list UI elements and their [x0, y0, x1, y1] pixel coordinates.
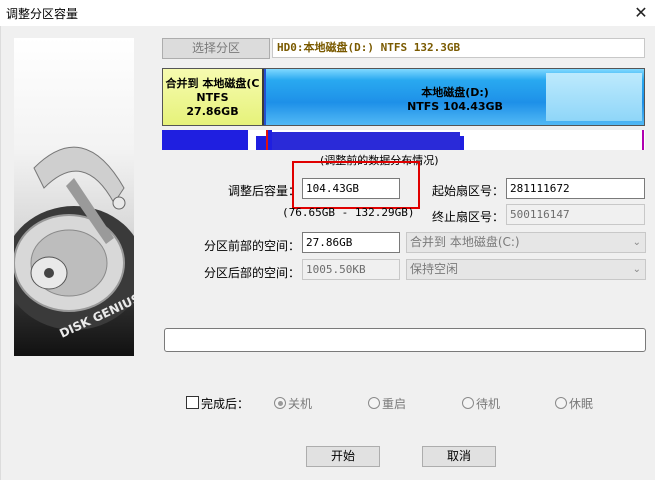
radio-shutdown-label: 关机	[288, 397, 313, 411]
end-sector-input: 500116147	[506, 204, 645, 225]
partition-segment-c[interactable]: 合并到 本地磁盘(C NTFS 27.86GB	[163, 69, 264, 125]
background-window-strip-bottom	[0, 480, 659, 484]
radio-hibernate[interactable]	[555, 397, 567, 409]
start-sector-input[interactable]: 281111672	[506, 178, 645, 199]
size-label: 调整后容量：	[228, 184, 301, 198]
partition-d-name: 本地磁盘(D:)	[421, 86, 489, 99]
cancel-button[interactable]: 取消	[422, 446, 496, 467]
start-sector-label: 起始扇区号：	[432, 184, 505, 198]
chevron-down-icon: ⌄	[632, 237, 641, 248]
data-distribution-bar	[162, 130, 645, 150]
after-complete-checkbox[interactable]	[186, 396, 199, 409]
front-action-value: 合并到 本地磁盘(C:)	[410, 235, 520, 249]
partition-bar[interactable]: 合并到 本地磁盘(C NTFS 27.86GB 本地磁盘(D:) NTFS 10…	[162, 68, 645, 126]
back-space-input: 1005.50KB	[302, 259, 400, 280]
end-sector-label: 终止扇区号：	[432, 210, 505, 224]
window-title: 调整分区容量	[6, 7, 79, 21]
back-space-label: 分区后部的空间：	[204, 266, 301, 280]
front-space-label: 分区前部的空间：	[204, 239, 301, 253]
after-complete-label: 完成后：	[201, 397, 250, 411]
front-action-select[interactable]: 合并到 本地磁盘(C:) ⌄	[406, 232, 646, 253]
hard-disk-illustration: DISK GENIUS	[14, 146, 134, 341]
radio-shutdown[interactable]	[274, 397, 286, 409]
select-partition-button[interactable]: 选择分区	[162, 38, 270, 59]
back-action-select[interactable]: 保持空闲 ⌄	[406, 259, 646, 280]
disk-info-label: HD0:本地磁盘(D:) NTFS 132.3GB	[272, 38, 645, 58]
radio-restart-label: 重启	[382, 397, 407, 411]
radio-hibernate-label: 休眠	[569, 397, 594, 411]
disk-genius-logo: DISK GENIUS	[14, 38, 134, 356]
radio-restart[interactable]	[368, 397, 380, 409]
start-button[interactable]: 开始	[306, 446, 380, 467]
partition-c-fs: NTFS	[196, 91, 229, 104]
partition-c-size: 27.86GB	[186, 105, 239, 118]
background-window-strip	[655, 26, 659, 484]
partition-d-fs: NTFS 104.43GB	[407, 100, 503, 113]
partition-segment-d[interactable]: 本地磁盘(D:) NTFS 104.43GB	[266, 69, 644, 125]
progress-bar	[164, 328, 646, 352]
front-space-input[interactable]: 27.86GB	[302, 232, 400, 253]
title-bar	[0, 0, 659, 26]
partition-c-name: 合并到 本地磁盘(C	[165, 77, 260, 90]
chevron-down-icon: ⌄	[632, 264, 641, 275]
highlight-box	[292, 161, 420, 209]
size-range-label: (76.65GB - 132.29GB)	[282, 206, 415, 219]
back-action-value: 保持空闲	[410, 262, 459, 276]
close-icon[interactable]: ✕	[630, 2, 652, 24]
radio-standby[interactable]	[462, 397, 474, 409]
radio-standby-label: 待机	[476, 397, 501, 411]
